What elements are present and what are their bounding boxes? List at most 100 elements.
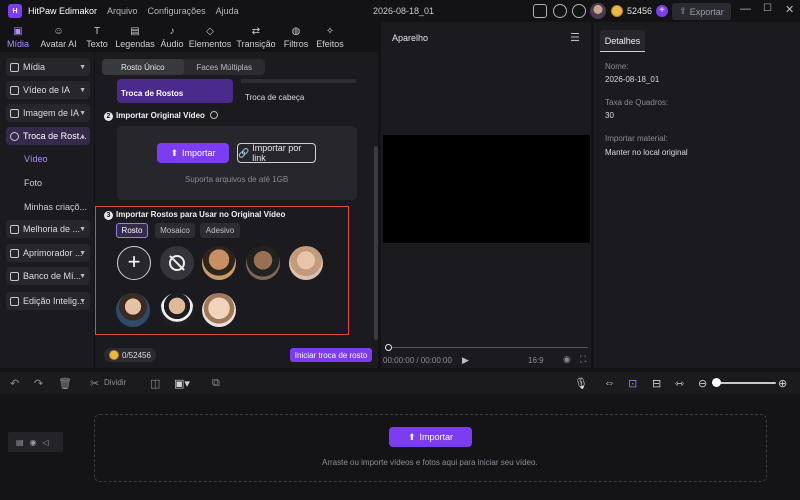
split-view-icon[interactable]: ⊟	[652, 377, 661, 390]
track-visibility-icon[interactable]: ◉	[30, 438, 37, 447]
import-link-button[interactable]: 🔗 Importar por link	[237, 143, 316, 163]
chip-mosaico[interactable]: Mosaico	[155, 223, 195, 238]
text-icon: T	[93, 26, 101, 37]
close-icon[interactable]: ✕	[785, 3, 794, 16]
avatar-icon: ☺	[53, 26, 64, 37]
face-thumb-3[interactable]	[289, 246, 323, 280]
sidebar-item-banco-midia[interactable]: Banco de Mí... ▼	[6, 267, 90, 285]
track-lock-icon[interactable]: ▤	[16, 438, 24, 447]
zoom-slider[interactable]	[712, 382, 776, 384]
chip-rosto[interactable]: Rosto	[116, 223, 148, 238]
freeze-icon[interactable]: ◫	[150, 377, 160, 390]
step3-number: 3	[104, 211, 113, 220]
face-thumb-5[interactable]	[160, 293, 194, 327]
video-ai-icon	[10, 85, 19, 95]
fullscreen-icon[interactable]: ⛶	[580, 354, 586, 365]
sidebar-item-melhoria[interactable]: Melhoria de ... ▼	[6, 220, 90, 238]
track-audio-icon[interactable]: ◁	[43, 438, 49, 447]
sidebar-item-imagem-ia[interactable]: Imagem de IA ▼	[6, 104, 90, 122]
scissors-icon[interactable]: ✂	[90, 377, 99, 390]
menu-arquivo[interactable]: Arquivo	[107, 6, 138, 16]
preview-title: Aparelho	[392, 33, 429, 43]
head-swap-type-card[interactable]: Troca de cabeça	[241, 79, 356, 103]
image-ai-icon	[10, 108, 19, 118]
menu-configuracoes[interactable]: Configurações	[148, 6, 206, 16]
microphone-icon[interactable]: 🎙	[574, 377, 588, 390]
menu-icon[interactable]: ☰	[570, 31, 580, 44]
split-label[interactable]: Dividir	[104, 378, 126, 387]
sidebar-item-aprimorador[interactable]: Aprimorador ... ▼	[6, 244, 90, 262]
tab-detalhes[interactable]: Detalhes	[600, 30, 645, 52]
zoom-out-icon[interactable]: ⊖	[698, 377, 707, 390]
tab-filtros[interactable]: ◍ Filtros	[279, 22, 313, 52]
face-thumb-1[interactable]	[202, 246, 236, 280]
magnet-icon[interactable]: ⊡	[628, 377, 637, 390]
link-clips-icon[interactable]: ⇔	[604, 377, 615, 389]
face-thumb-2[interactable]	[246, 246, 280, 280]
sidebar-item-midia[interactable]: Mídia ▼	[6, 58, 90, 76]
timeline-drop-zone[interactable]	[94, 414, 767, 482]
redo-icon[interactable]: ↷	[34, 377, 43, 390]
undo-icon[interactable]: ↶	[10, 377, 19, 390]
sidebar-item-video-ia[interactable]: Vídeo de IA ▼	[6, 81, 90, 99]
add-credits-icon[interactable]: +	[656, 5, 669, 17]
tab-avatar-ai[interactable]: ☺ Avatar AI	[36, 22, 81, 52]
download-icon[interactable]	[572, 4, 586, 18]
layout-icon[interactable]	[533, 4, 547, 18]
fit-timeline-icon[interactable]: ⇿	[675, 377, 684, 390]
preview-scrubber[interactable]	[388, 347, 588, 348]
maximize-icon[interactable]: ☐	[763, 3, 772, 14]
help-icon[interactable]	[553, 4, 567, 18]
tab-faces-multiplas[interactable]: Faces Múltiplas	[184, 59, 266, 75]
chip-adesivo[interactable]: Adesivo	[200, 223, 240, 238]
panel-scrollbar[interactable]	[374, 146, 378, 340]
sidebar-sub-minhas-criacoes[interactable]: Minhas criaçõ...	[24, 202, 87, 212]
menu-ajuda[interactable]: Ajuda	[216, 6, 239, 16]
face-thumb-4[interactable]	[116, 293, 150, 327]
sidebar-item-edicao-inteligente[interactable]: Edição Intelig... ▼	[6, 292, 90, 310]
credits-display[interactable]: 52456 +	[611, 3, 669, 19]
sidebar-sub-foto[interactable]: Foto	[24, 178, 42, 188]
app-logo-icon: H	[8, 4, 22, 18]
playhead-handle[interactable]	[385, 344, 392, 351]
start-face-swap-button[interactable]: Iniciar troca de rosto	[290, 348, 372, 362]
tab-efeitos[interactable]: ✧ Efeitos	[313, 22, 347, 52]
video-preview[interactable]	[383, 135, 590, 243]
minimize-icon[interactable]: —	[740, 3, 751, 15]
export-button[interactable]: ⇪ Exportar	[672, 3, 731, 20]
aspect-ratio[interactable]: 16:9	[528, 356, 544, 365]
export-label: Exportar	[689, 6, 724, 17]
face-thumb-6[interactable]	[202, 293, 236, 327]
tab-midia[interactable]: ▣ Mídia	[0, 22, 36, 52]
stock-media-icon	[10, 271, 19, 281]
tab-rosto-unico[interactable]: Rosto Único	[102, 59, 184, 75]
add-face-button[interactable]: +	[117, 246, 151, 280]
coin-icon	[109, 350, 119, 360]
zoom-in-icon[interactable]: ⊕	[778, 377, 787, 390]
user-avatar[interactable]	[590, 3, 606, 19]
tab-legendas[interactable]: ▤ Legendas	[113, 22, 157, 52]
camera-icon[interactable]: ◉	[563, 354, 571, 365]
info-icon[interactable]	[210, 111, 219, 119]
tab-audio[interactable]: ♪ Áudio	[157, 22, 187, 52]
text-tool-icon[interactable]: ▣▾	[174, 377, 190, 390]
import-icon: ⬆	[407, 431, 416, 442]
chevron-down-icon: ▼	[79, 86, 86, 94]
tab-transicao[interactable]: ⇄ Transição	[233, 22, 279, 52]
name-value: 2026-08-18_01	[605, 75, 660, 84]
timeline-import-button[interactable]: ⬆ Importar	[389, 427, 472, 447]
sidebar-item-troca-rosto[interactable]: Troca de Rost... ▲	[6, 127, 90, 145]
sidebar-sub-video[interactable]: Vídeo	[24, 154, 48, 164]
drop-hint: Arraste ou importe vídeos e fotos aqui p…	[322, 458, 538, 467]
media-tabs: ▣ Mídia ☺ Avatar AI T Texto ▤ Legendas ♪ Áudi…	[0, 22, 378, 52]
crop-icon[interactable]: ⧉	[212, 377, 220, 390]
delete-icon[interactable]: 🗑	[58, 377, 72, 390]
tab-elementos[interactable]: ◇ Elementos	[187, 22, 233, 52]
import-video-button[interactable]: ⬆ Importar	[157, 143, 229, 163]
video-upload-area[interactable]	[117, 126, 357, 200]
zoom-slider-handle[interactable]	[712, 378, 721, 387]
tab-texto[interactable]: T Texto	[81, 22, 113, 52]
no-face-button[interactable]	[160, 246, 194, 280]
play-icon[interactable]: ▶	[462, 355, 469, 366]
face-swap-type-card[interactable]: Troca de Rostos	[117, 79, 233, 103]
